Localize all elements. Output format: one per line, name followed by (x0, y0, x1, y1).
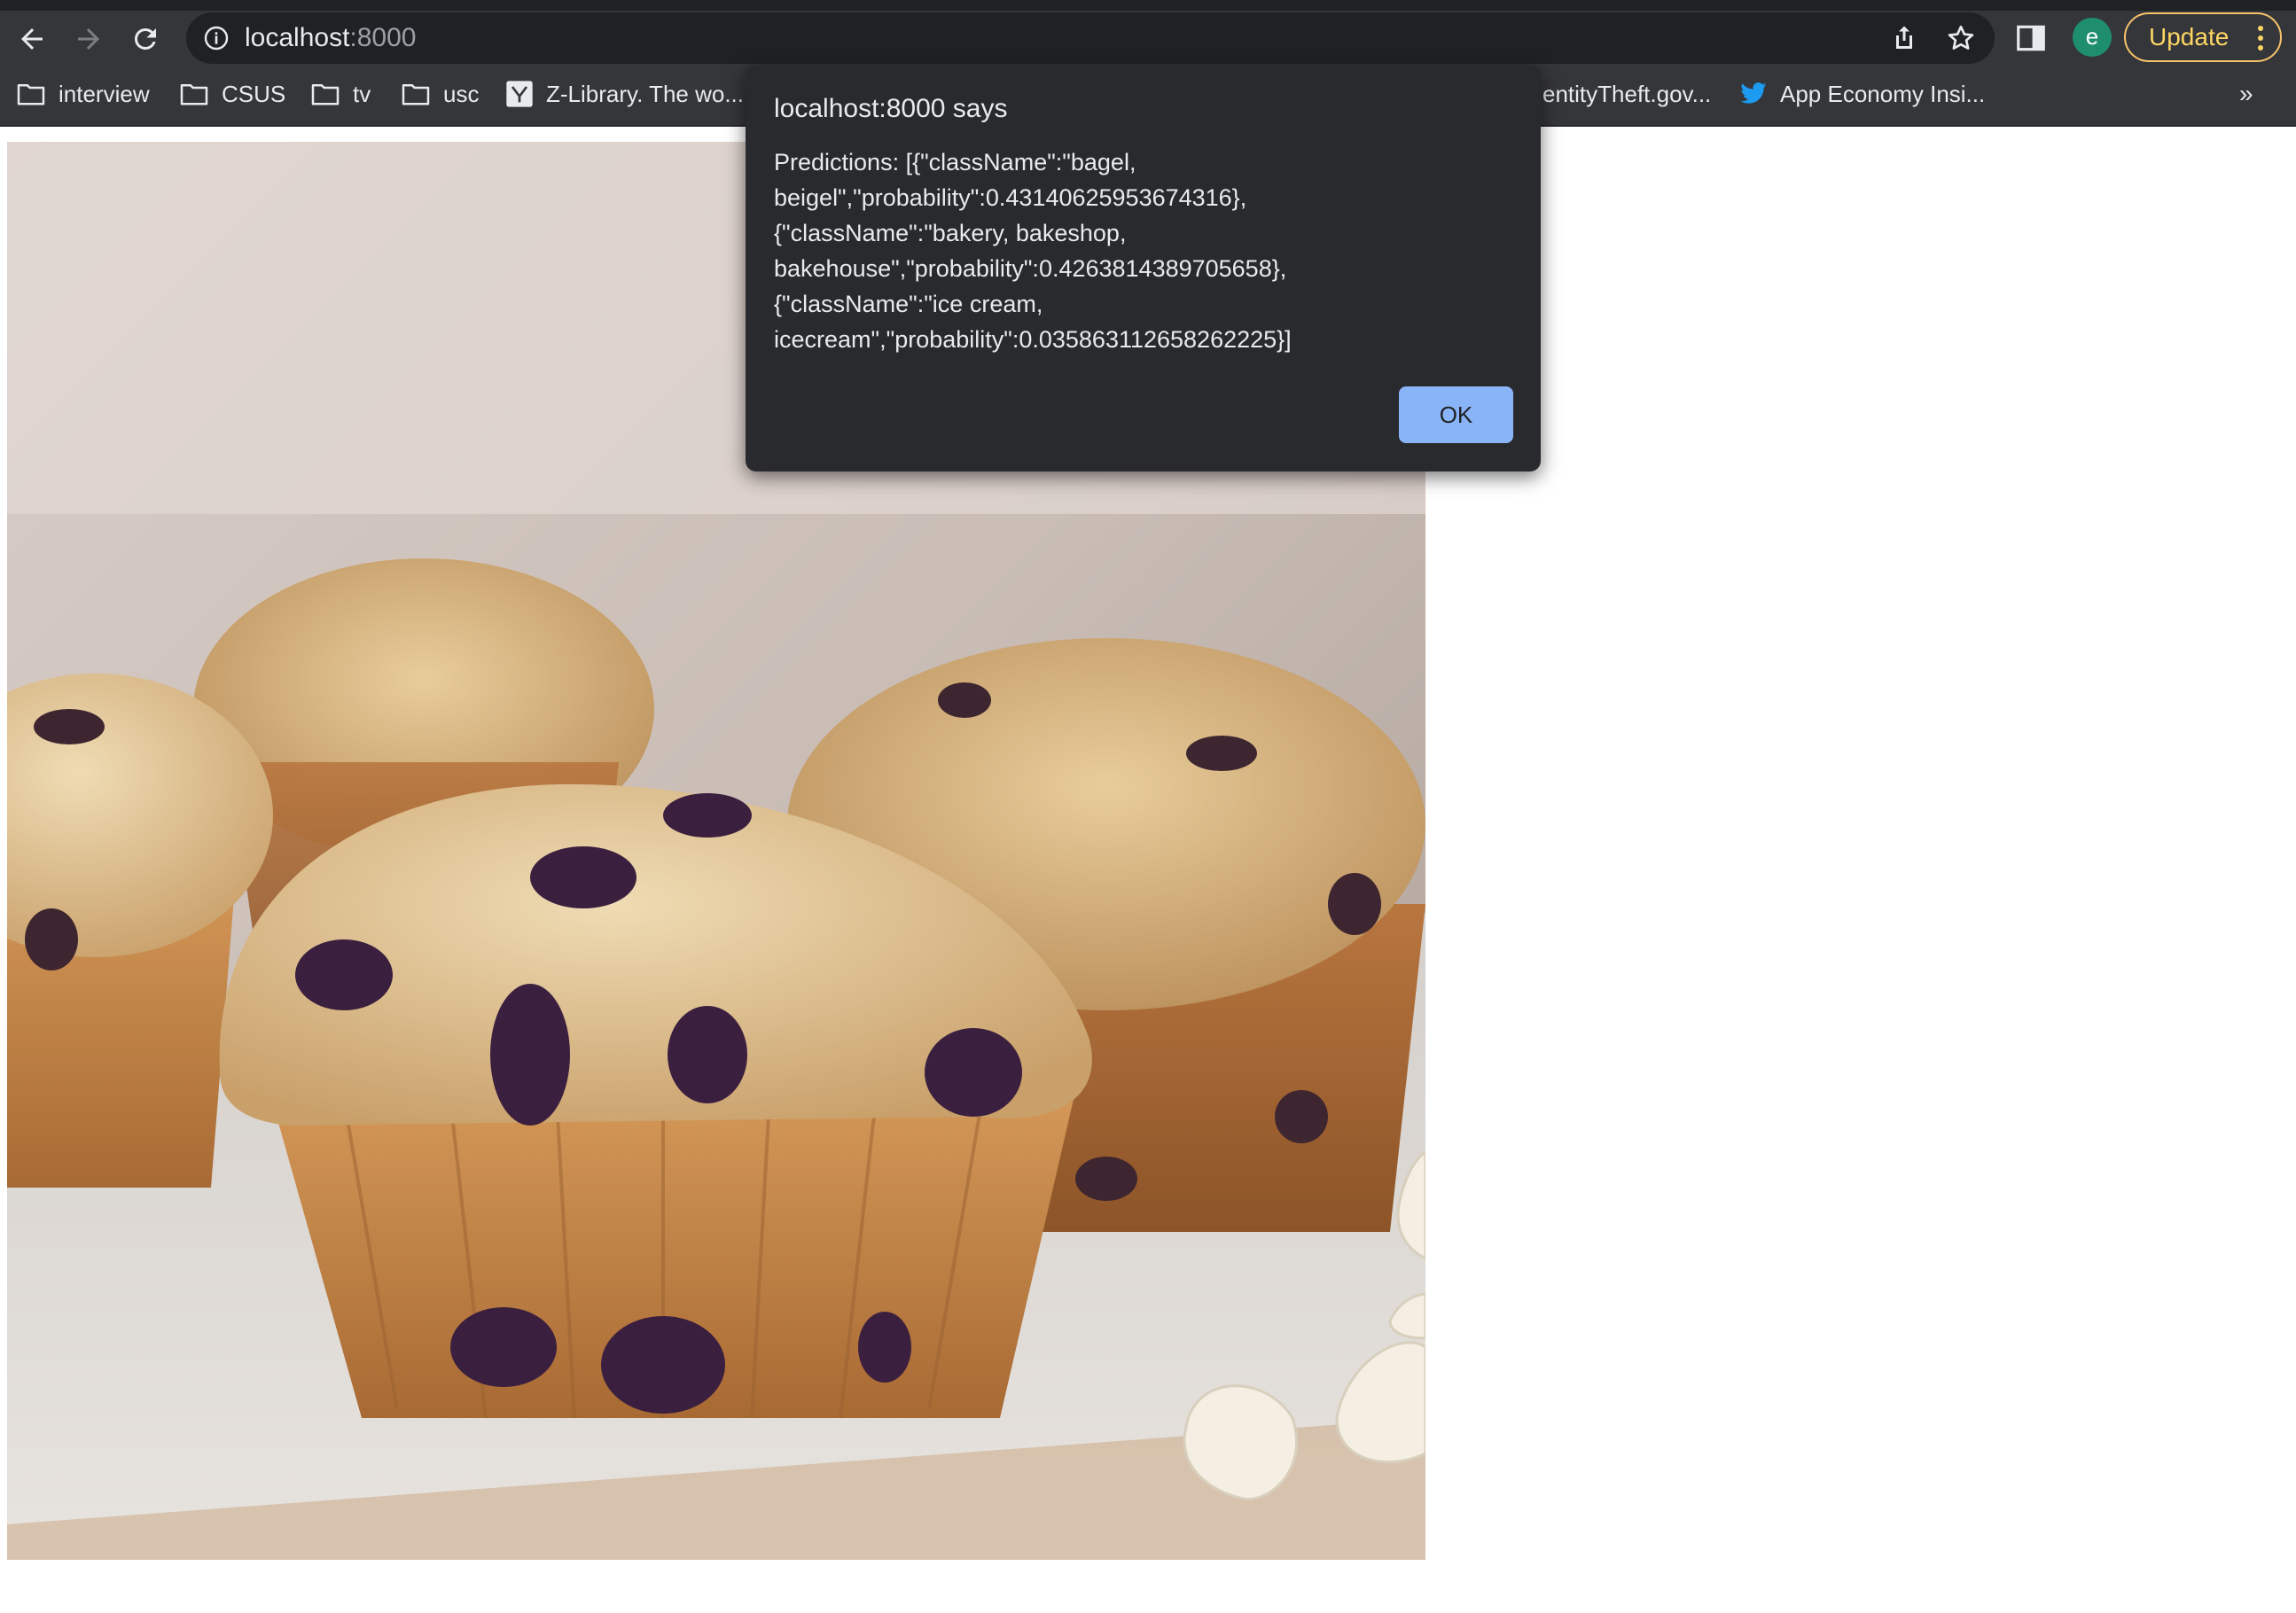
alert-dialog: localhost:8000 says Predictions: [{"clas… (746, 65, 1541, 471)
zlibrary-icon (506, 81, 533, 107)
dialog-message: Predictions: [{"className":"bagel, beige… (774, 144, 1519, 357)
more-bookmarks-button[interactable]: » (2239, 80, 2253, 108)
update-label: Update (2149, 23, 2230, 51)
folder-icon (311, 83, 340, 105)
reload-icon (134, 27, 156, 50)
dialog-message-line: {"className":"ice cream, (774, 291, 1043, 317)
dialog-message-line: icecream","probability":0.03586311265826… (774, 326, 1292, 353)
bookmark-label: App Economy Insi... (1780, 80, 1986, 107)
bookmark-label: entityTheft.gov... (1542, 80, 1712, 107)
twitter-icon (1740, 82, 1767, 104)
bookmark-zlibrary[interactable]: Z-Library. The wo... (505, 76, 744, 112)
forward-button[interactable] (66, 16, 112, 62)
folder-icon (402, 83, 430, 105)
bookmark-label: usc (443, 80, 480, 107)
back-button[interactable] (9, 16, 55, 62)
site-info-icon[interactable] (202, 24, 230, 52)
share-icon[interactable] (1888, 22, 1920, 54)
dialog-message-line: bakehouse","probability":0.4263814389705… (774, 255, 1287, 282)
bookmark-label: interview (59, 80, 150, 107)
dialog-message-line: Predictions: [{"className":"bagel, (774, 149, 1136, 175)
folder-icon (17, 83, 45, 105)
ok-button[interactable]: OK (1399, 386, 1513, 443)
tab-strip (0, 0, 2296, 11)
bookmark-app-economy[interactable]: App Economy Insi... (1739, 76, 1985, 112)
update-button[interactable]: Update (2124, 12, 2282, 62)
dialog-title: localhost:8000 says (774, 94, 1008, 123)
address-bar[interactable]: localhost:8000 (186, 12, 1995, 64)
side-panel-icon[interactable] (2014, 21, 2048, 55)
bookmark-tv[interactable]: tv (310, 76, 371, 112)
dialog-message-line: {"className":"bakery, bakeshop, (774, 220, 1127, 246)
reload-button[interactable] (122, 16, 168, 62)
url-host: localhost (245, 23, 350, 52)
bookmark-star-icon[interactable] (1945, 22, 1977, 54)
bookmark-label: tv (353, 80, 371, 107)
bookmark-label: CSUS (222, 80, 286, 107)
bookmark-interview[interactable]: interview (16, 76, 150, 112)
bookmark-csus[interactable]: CSUS (179, 76, 285, 112)
kebab-menu-icon[interactable] (2257, 25, 2264, 51)
bookmark-usc[interactable]: usc (401, 76, 479, 112)
url-port: :8000 (349, 23, 417, 52)
folder-icon (180, 83, 208, 105)
profile-avatar[interactable]: e (2073, 18, 2112, 57)
back-arrow-icon (21, 28, 43, 50)
bookmark-identitytheft[interactable]: entityTheft.gov... (1542, 76, 1711, 112)
url-text[interactable]: localhost:8000 (245, 23, 416, 53)
bookmark-label: Z-Library. The wo... (546, 80, 744, 107)
dialog-message-line: beigel","probability":0.4314062595367431… (774, 184, 1247, 211)
forward-arrow-icon (78, 28, 99, 50)
